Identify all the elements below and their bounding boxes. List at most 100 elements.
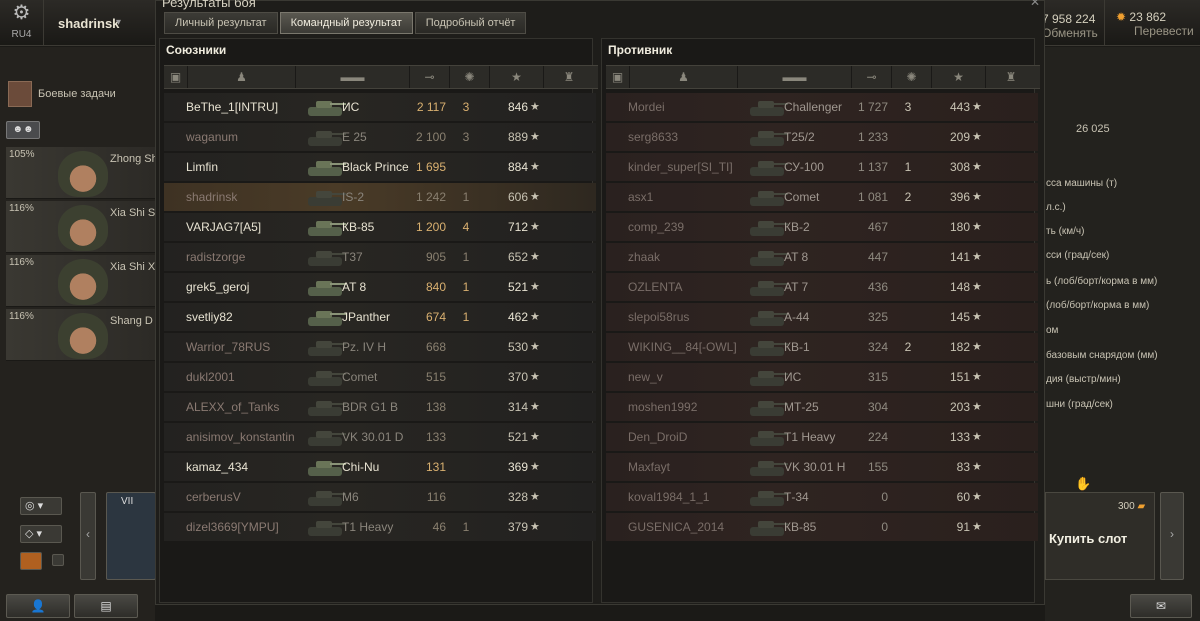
table-row[interactable]: new_v ИС 315 151 ★: [606, 363, 1038, 391]
table-row[interactable]: koval1984_1_1 Т-34 0 60 ★: [606, 483, 1038, 511]
player-name[interactable]: dukl2001: [186, 363, 294, 391]
kills-icon[interactable]: ✺: [450, 66, 490, 88]
table-row[interactable]: cerberusV M6 116 328 ★: [164, 483, 596, 511]
server-filter-dropdown[interactable]: ◎ ▾: [20, 497, 62, 515]
xp-icon[interactable]: ★: [932, 66, 986, 88]
player-name[interactable]: Warrior_78RUS: [186, 333, 294, 361]
player-name[interactable]: ALEXX_of_Tanks: [186, 393, 294, 421]
notifications-button[interactable]: ✉: [1130, 594, 1192, 618]
table-row[interactable]: Den_DroiD T1 Heavy 224 133 ★: [606, 423, 1038, 451]
exchange-link[interactable]: Обменять: [1042, 26, 1098, 40]
table-row[interactable]: dukl2001 Comet 515 370 ★: [164, 363, 596, 391]
crew-member[interactable]: 116% Xia Shi S: [6, 201, 156, 253]
player-name[interactable]: dizel3669[YMPU]: [186, 513, 294, 541]
damage-icon[interactable]: ⊸: [852, 66, 892, 88]
settings-button[interactable]: ⚙ RU4: [0, 0, 44, 46]
table-row[interactable]: serg8633 T25/2 1 233 209 ★: [606, 123, 1038, 151]
player-name[interactable]: Maxfayt: [628, 453, 736, 481]
player-name[interactable]: kinder_super[SI_TI]: [628, 153, 736, 181]
tab-detailed[interactable]: Подробный отчёт: [414, 12, 527, 34]
table-row[interactable]: grek5_geroj AT 8 840 1 521 ★: [164, 273, 596, 301]
carousel-right-arrow[interactable]: ›: [1160, 492, 1184, 580]
player-name[interactable]: OZLENTA: [628, 273, 736, 301]
chevron-down-icon[interactable]: ▾: [116, 17, 121, 28]
player-name[interactable]: VARJAG7[A5]: [186, 213, 294, 241]
platoon-icon[interactable]: ▣: [606, 66, 630, 88]
player-name[interactable]: Den_DroiD: [628, 423, 736, 451]
player-name[interactable]: shadrinsk: [186, 183, 294, 211]
xp-icon[interactable]: ★: [490, 66, 544, 88]
carousel-left-arrow[interactable]: ‹: [80, 492, 96, 580]
close-icon[interactable]: ✕: [1030, 0, 1040, 9]
table-row[interactable]: BeThe_1[INTRU] ИС 2 117 3 846 ★: [164, 93, 596, 121]
player-name[interactable]: WIKING__84[-OWL]: [628, 333, 736, 361]
credits-block[interactable]: 7 958 224 Обменять: [1042, 12, 1098, 40]
player-name[interactable]: cerberusV: [186, 483, 294, 511]
player-name[interactable]: comp_239: [628, 213, 736, 241]
player-name[interactable]: koval1984_1_1: [628, 483, 736, 511]
player-name[interactable]: GUSENICA_2014: [628, 513, 736, 541]
medal-icon[interactable]: ♜: [986, 66, 1036, 88]
tank-slot[interactable]: VII: [106, 492, 156, 580]
player-name[interactable]: shadrinsk: [58, 16, 119, 31]
contacts-button[interactable]: 👤: [6, 594, 70, 618]
table-row[interactable]: waganum Е 25 2 100 3 889 ★: [164, 123, 596, 151]
table-row[interactable]: dizel3669[YMPU] T1 Heavy 46 1 379 ★: [164, 513, 596, 541]
kills-icon[interactable]: ✺: [892, 66, 932, 88]
player-name[interactable]: grek5_geroj: [186, 273, 294, 301]
nation-filter-dropdown[interactable]: ◇ ▾: [20, 525, 62, 543]
player-name[interactable]: anisimov_konstantin..: [186, 423, 294, 451]
gold-block[interactable]: ✹ 23 862 Перевести: [1116, 10, 1194, 38]
player-name[interactable]: moshen1992: [628, 393, 736, 421]
damage-icon[interactable]: ⊸: [410, 66, 450, 88]
table-row[interactable]: svetliy82 JPanther 674 1 462 ★: [164, 303, 596, 331]
player-name[interactable]: kamaz_434: [186, 453, 294, 481]
table-row[interactable]: moshen1992 МТ-25 304 203 ★: [606, 393, 1038, 421]
transfer-link[interactable]: Перевести: [1134, 24, 1194, 38]
table-row[interactable]: GUSENICA_2014 КВ-85 0 91 ★: [606, 513, 1038, 541]
player-name[interactable]: BeThe_1[INTRU]: [186, 93, 294, 121]
crew-member[interactable]: 116% Shang D: [6, 309, 156, 361]
table-row[interactable]: Mordei Challenger 1 727 3 443 ★: [606, 93, 1038, 121]
table-row[interactable]: OZLENTA AT 7 436 148 ★: [606, 273, 1038, 301]
table-row[interactable]: ALEXX_of_Tanks BDR G1 B 138 314 ★: [164, 393, 596, 421]
tab-team[interactable]: Командный результат: [279, 12, 413, 34]
tab-personal[interactable]: Личный результат: [164, 12, 278, 34]
table-row[interactable]: WIKING__84[-OWL] КВ-1 324 2 182 ★: [606, 333, 1038, 361]
player-icon[interactable]: ♟: [188, 66, 296, 88]
table-row[interactable]: asx1 Comet 1 081 2 396 ★: [606, 183, 1038, 211]
player-name[interactable]: Mordei: [628, 93, 736, 121]
chat-button[interactable]: ▤: [74, 594, 138, 618]
player-icon[interactable]: ♟: [630, 66, 738, 88]
tank-icon[interactable]: ▬▬: [738, 66, 852, 88]
player-name[interactable]: waganum: [186, 123, 294, 151]
table-row[interactable]: Limfin Black Prince 1 695 884 ★: [164, 153, 596, 181]
table-row[interactable]: VARJAG7[A5] КВ-85 1 200 4 712 ★: [164, 213, 596, 241]
table-row[interactable]: kamaz_434 Chi-Nu 131 369 ★: [164, 453, 596, 481]
player-name[interactable]: new_v: [628, 363, 736, 391]
table-row[interactable]: comp_239 КВ-2 467 180 ★: [606, 213, 1038, 241]
table-row[interactable]: shadrinsk IS-2 1 242 1 606 ★: [164, 183, 596, 211]
table-row[interactable]: kinder_super[SI_TI] СУ-100 1 137 1 308 ★: [606, 153, 1038, 181]
medal-icon[interactable]: ♜: [544, 66, 594, 88]
filter-checkbox[interactable]: [52, 554, 64, 566]
tier-filter-button[interactable]: [20, 552, 42, 570]
battle-tasks-button[interactable]: Боевые задачи: [8, 81, 158, 113]
player-name[interactable]: slepoi58rus: [628, 303, 736, 331]
table-row[interactable]: Warrior_78RUS Pz. IV H 668 530 ★: [164, 333, 596, 361]
table-row[interactable]: slepoi58rus А-44 325 145 ★: [606, 303, 1038, 331]
crew-member[interactable]: 116% Xia Shi X: [6, 255, 156, 307]
player-name[interactable]: serg8633: [628, 123, 736, 151]
buy-slot-button[interactable]: 300 ▰ Купить слот: [1045, 492, 1155, 580]
table-row[interactable]: anisimov_konstantin.. VK 30.01 D 133 521 ★: [164, 423, 596, 451]
crew-toggle-button[interactable]: ☻☻: [6, 121, 40, 139]
platoon-icon[interactable]: ▣: [164, 66, 188, 88]
player-name[interactable]: Limfin: [186, 153, 294, 181]
table-row[interactable]: radistzorge T37 905 1 652 ★: [164, 243, 596, 271]
player-name[interactable]: svetliy82: [186, 303, 294, 331]
player-name[interactable]: zhaak: [628, 243, 736, 271]
tank-icon[interactable]: ▬▬: [296, 66, 410, 88]
table-row[interactable]: zhaak AT 8 447 141 ★: [606, 243, 1038, 271]
player-name[interactable]: radistzorge: [186, 243, 294, 271]
player-name[interactable]: asx1: [628, 183, 736, 211]
